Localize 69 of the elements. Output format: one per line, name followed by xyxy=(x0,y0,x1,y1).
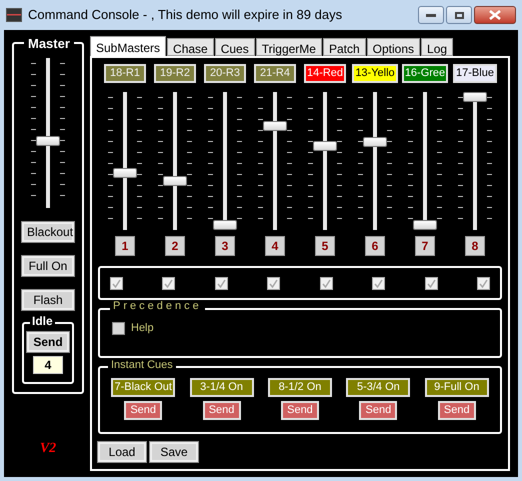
idle-label: Idle xyxy=(30,315,55,327)
cue-label: 3-1/4 On xyxy=(190,378,254,397)
minimize-button[interactable] xyxy=(418,6,444,24)
channel-number-button[interactable]: 7 xyxy=(415,236,435,256)
channel-number-button[interactable]: 5 xyxy=(315,236,335,256)
tab[interactable]: Chase xyxy=(167,38,214,56)
footer-button[interactable]: Save xyxy=(150,442,198,462)
check-icon xyxy=(478,278,488,288)
channel-label: 17-Blue xyxy=(453,64,497,83)
help-label: Help xyxy=(131,321,154,336)
cue-send-button[interactable]: Send xyxy=(280,401,319,420)
cue-label: 9-Full On xyxy=(424,378,489,397)
master-button[interactable]: Flash xyxy=(22,290,74,310)
slider-thumb[interactable] xyxy=(263,121,287,132)
close-button[interactable] xyxy=(474,6,516,24)
tab[interactable]: Options xyxy=(366,38,420,56)
check-icon xyxy=(164,278,174,288)
channel-label: 18-R1 xyxy=(104,64,146,83)
tab[interactable]: SubMasters xyxy=(90,36,166,56)
channel-label: 13-Yello xyxy=(352,64,398,83)
channel-label: 14-Red xyxy=(304,64,346,83)
version-label: V2 xyxy=(40,440,56,458)
precedence-label: Precedence xyxy=(110,301,205,312)
idle-value-field[interactable]: 4 xyxy=(33,356,63,374)
channel-number-button[interactable]: 6 xyxy=(365,236,385,256)
tab[interactable]: Log xyxy=(421,38,454,56)
check-icon xyxy=(269,278,278,288)
cue-send-button[interactable]: Send xyxy=(359,401,398,420)
cue-send-button[interactable]: Send xyxy=(438,401,476,420)
app-icon xyxy=(6,8,22,22)
cue-label: 5-3/4 On xyxy=(346,378,410,397)
slider-thumb[interactable] xyxy=(113,168,137,178)
footer-button[interactable]: Load xyxy=(98,442,146,462)
cue-label: 8-1/2 On xyxy=(268,378,332,397)
check-icon xyxy=(374,278,384,288)
channel-number-button[interactable]: 8 xyxy=(465,236,485,256)
channel-number-button[interactable]: 2 xyxy=(165,236,185,256)
slider-thumb[interactable] xyxy=(363,136,387,147)
instant-cues-label: Instant Cues xyxy=(108,360,176,371)
check-icon xyxy=(426,278,436,288)
check-icon xyxy=(112,278,121,288)
cue-label: 7-Black Out xyxy=(111,378,176,397)
idle-send-button[interactable]: Send xyxy=(27,332,69,352)
master-button[interactable]: Full On xyxy=(22,256,74,276)
slider-thumb[interactable] xyxy=(413,220,437,230)
master-button[interactable]: Blackout xyxy=(22,222,74,242)
window-title: Command Console - , This demo will expire in 89 days xyxy=(28,6,342,24)
close-icon xyxy=(489,10,501,20)
tab[interactable]: Patch xyxy=(322,38,366,56)
slider-thumb[interactable] xyxy=(463,92,487,102)
channel-number-button[interactable]: 1 xyxy=(115,236,135,256)
channel-label: 19-R2 xyxy=(154,64,196,83)
maximize-button[interactable] xyxy=(446,6,472,24)
tab[interactable]: Cues xyxy=(214,38,255,56)
check-icon xyxy=(322,278,331,288)
channel-number-button[interactable]: 3 xyxy=(215,236,235,256)
channel-label: 21-R4 xyxy=(254,64,296,83)
slider-thumb[interactable] xyxy=(163,176,187,186)
cue-send-button[interactable]: Send xyxy=(202,401,241,420)
check-icon xyxy=(216,278,226,288)
tab[interactable]: TriggerMe xyxy=(256,38,322,56)
slider-thumb[interactable] xyxy=(213,220,237,230)
help-checkbox[interactable] xyxy=(112,322,125,335)
cue-send-button[interactable]: Send xyxy=(124,401,162,420)
channel-label: 20-R3 xyxy=(204,64,246,83)
channel-label: 16-Gree xyxy=(402,64,448,83)
channel-number-button[interactable]: 4 xyxy=(265,236,285,256)
slider-thumb[interactable] xyxy=(36,136,60,146)
slider-thumb[interactable] xyxy=(313,140,337,151)
